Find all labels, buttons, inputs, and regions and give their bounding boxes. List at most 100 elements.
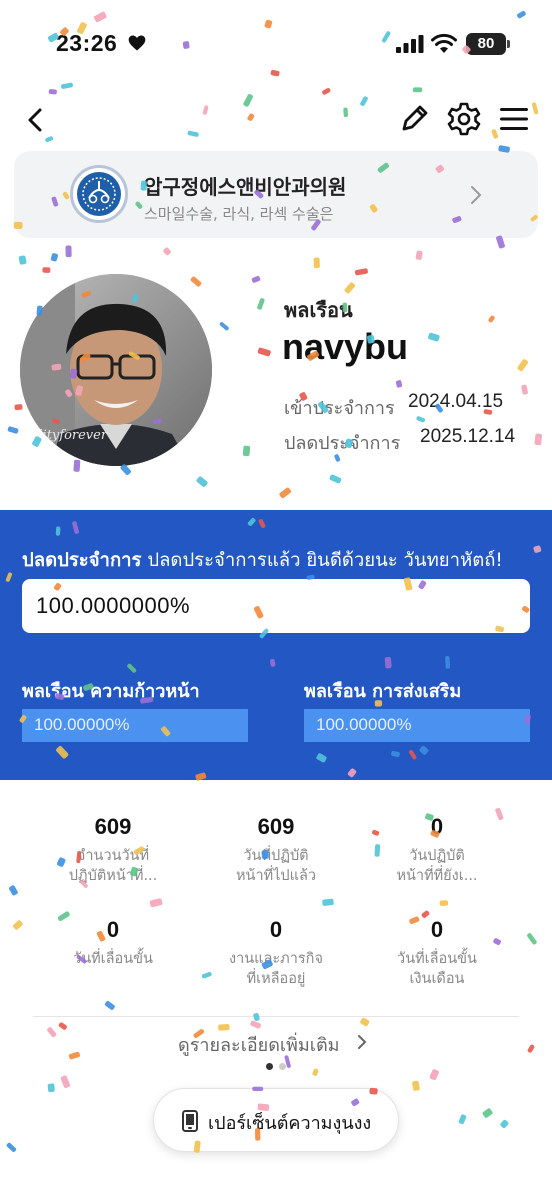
ad-title: 압구정에스앤비안과의원: [144, 175, 347, 199]
stat-label-line: จำนวนวันที่: [76, 848, 150, 864]
stat-label-line: วันที่เลื่อนขั้น: [73, 951, 153, 967]
pencil-icon[interactable]: [398, 101, 432, 135]
stat-label: วันที่ปฏิบัติ หน้าที่ไปแล้ว: [201, 846, 351, 886]
discharge-heading-bold: ปลดประจำการ: [22, 550, 142, 571]
stat-label-line: วันที่ปฏิบัติ: [243, 848, 309, 864]
stat-label-line: วันปฏิบัติ: [409, 848, 465, 864]
confetti-piece: [527, 933, 537, 945]
confetti-piece: [439, 900, 449, 907]
confetti-piece: [149, 898, 163, 908]
confetti-piece: [196, 476, 208, 487]
confetti-piece: [412, 1080, 420, 1091]
confetti-piece: [163, 247, 171, 256]
stat-label: งานและภารกิจ ที่เหลืออยู่: [201, 949, 351, 989]
confetti-piece: [50, 253, 58, 262]
confetti-piece: [9, 885, 18, 896]
confetti-piece: [500, 1119, 509, 1129]
back-chevron-icon[interactable]: [18, 102, 54, 138]
clinic-logo: [70, 165, 128, 223]
confetti-piece: [344, 282, 356, 294]
confetti-piece: [527, 1044, 535, 1053]
page-dot-active[interactable]: [266, 1063, 273, 1070]
gear-icon[interactable]: [446, 101, 482, 137]
confetti-piece: [13, 920, 23, 930]
discharge-date: 2025.12.14: [420, 426, 516, 447]
stat-label: จำนวนวันที่ ปฏิบัติหน้าที่...: [38, 846, 188, 886]
confetti-piece: [521, 384, 528, 395]
phone-icon: [182, 1110, 198, 1132]
stat-label: วันที่เลื่อนขั้น เงินเดือน: [362, 949, 512, 989]
status-bar: 23:26 80: [0, 0, 552, 90]
confetti-piece: [531, 102, 539, 115]
stat-days-served: 609 วันที่ปฏิบัติ หน้าที่ไปแล้ว: [201, 814, 351, 886]
confusion-percent-button[interactable]: เปอร์เซ็นต์ความงุนงง: [153, 1088, 399, 1152]
service-progress-card: ปลดประจำการ ปลดประจำการแล้ว ยินดีด้วยนะ …: [0, 510, 552, 780]
promotion-progress-label: พลเรือน การส่งเสริม: [304, 681, 462, 702]
view-more-link[interactable]: ดูรายละเอียดเพิ่มเติม: [178, 1030, 340, 1059]
stat-label: วันที่เลื่อนขั้น: [38, 949, 188, 969]
profile-avatar[interactable]: ulityforever: [20, 274, 212, 466]
stat-label: วันปฏิบัติ หน้าที่ที่ยังเ...: [362, 846, 512, 886]
stat-promotion-day: 0 วันที่เลื่อนขั้น: [38, 917, 188, 969]
stat-value: 0: [269, 917, 283, 942]
confetti-piece: [534, 433, 543, 446]
username: navybu: [282, 326, 409, 367]
stat-value: 609: [94, 814, 132, 839]
avatar-watermark: ulityforever: [30, 428, 108, 443]
stat-value: 0: [106, 917, 120, 942]
confetti-piece: [243, 94, 253, 107]
wifi-icon: [431, 33, 457, 53]
confetti-piece: [104, 1001, 115, 1010]
confetti-piece: [65, 245, 72, 258]
enlist-date-label: เข้าประจำการ: [284, 398, 395, 419]
ad-banner[interactable]: 압구정에스앤비안과의원 스마일수술, 라식, 라섹 수술은: [14, 151, 538, 238]
confetti-piece: [47, 1083, 55, 1093]
chevron-right-icon[interactable]: [356, 1033, 368, 1051]
confetti-piece: [313, 257, 320, 269]
confetti-piece: [14, 404, 23, 411]
confetti-piece: [343, 107, 349, 118]
discharge-heading-message: ปลดประจำการแล้ว ยินดีด้วยนะ วันทยาหัตถ์!: [141, 550, 503, 571]
confetti-piece: [482, 1108, 493, 1118]
confetti-piece: [257, 347, 271, 357]
confetti-piece: [251, 276, 261, 283]
confetti-piece: [517, 359, 528, 372]
discharge-date-label: ปลดประจำการ: [284, 433, 401, 454]
confetti-piece: [428, 332, 440, 342]
confetti-piece: [219, 322, 229, 331]
stat-remaining-tasks: 0 งานและภารกิจ ที่เหลืออยู่: [201, 917, 351, 989]
confetti-piece: [6, 1142, 17, 1152]
battery-cap: [507, 40, 510, 48]
confetti-piece: [415, 250, 423, 260]
confetti-piece: [202, 105, 209, 115]
stat-label-line: ปฏิบัติหน้าที่...: [68, 868, 158, 884]
chevron-right-icon: [471, 186, 482, 204]
rank-progress-bar: 100.00000%: [22, 709, 248, 742]
confetti-piece: [354, 268, 368, 276]
stat-days-remaining: 0 วันปฏิบัติ หน้าที่ที่ยังเ...: [362, 814, 512, 886]
page-dot-inactive[interactable]: [279, 1063, 286, 1070]
enlist-date: 2024.04.15: [408, 391, 504, 412]
stat-label-line: หน้าที่ไปแล้ว: [235, 868, 317, 884]
confetti-piece: [329, 474, 342, 484]
confetti-piece: [488, 315, 495, 323]
promotion-progress-value: 100.00000%: [316, 715, 412, 734]
hamburger-menu-icon[interactable]: [496, 102, 532, 136]
stat-label-line: งานและภารกิจ: [229, 951, 323, 967]
rank-progress-label: พลเรือน ความก้าวหน้า: [22, 681, 200, 702]
confetti-piece: [187, 130, 199, 137]
cellular-signal-icon: [396, 35, 424, 53]
stat-total-service-days: 609 จำนวนวันที่ ปฏิบัติหน้าที่...: [38, 814, 188, 886]
confetti-piece: [247, 113, 255, 121]
confetti-piece: [190, 276, 202, 287]
section-divider: [33, 1016, 519, 1017]
confetti-piece: [360, 96, 368, 106]
confetti-piece: [60, 1075, 71, 1089]
promotion-progress-bar: 100.00000%: [304, 709, 530, 742]
clinic-logo-emblem: [77, 172, 121, 216]
stat-value: 0: [430, 917, 444, 942]
confetti-piece: [395, 380, 403, 388]
stat-salary-step-day: 0 วันที่เลื่อนขั้น เงินเดือน: [362, 917, 512, 989]
battery-indicator: 80: [466, 33, 506, 55]
confetti-piece: [416, 416, 426, 423]
